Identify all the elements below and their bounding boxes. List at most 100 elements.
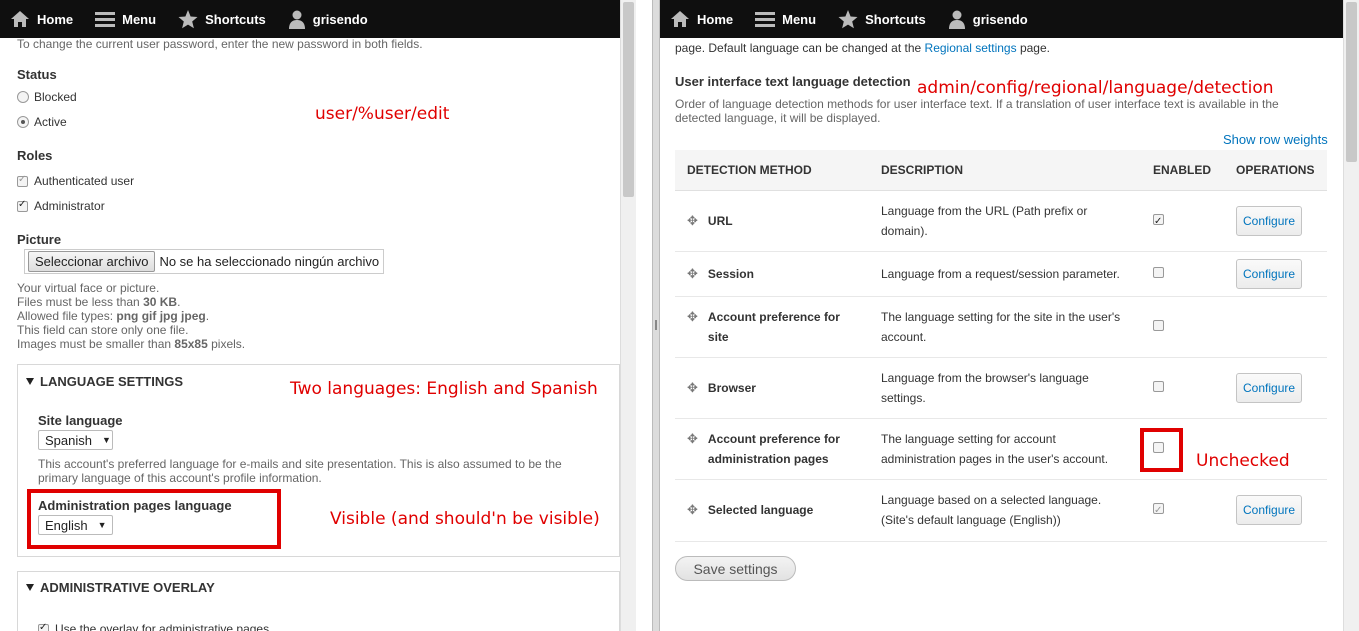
picture-help-line1: Your virtual face or picture. — [17, 281, 160, 295]
enabled-cell — [1141, 190, 1224, 252]
drag-handle-icon[interactable]: ✥ — [687, 211, 698, 231]
toolbar-menu-label: Menu — [782, 11, 817, 27]
status-blocked-option[interactable]: Blocked — [17, 90, 77, 104]
site-language-select[interactable]: Spanish ▼ — [38, 430, 113, 450]
picture-help-line2-pre: Files must be less than — [17, 295, 144, 309]
role-administrator[interactable]: Administrator — [17, 199, 105, 213]
drag-handle-icon[interactable]: ✥ — [687, 429, 698, 449]
drag-handle-icon[interactable]: ✥ — [687, 307, 698, 327]
picture-help-line3-post: . — [205, 309, 210, 323]
section-title: User interface text language detection — [675, 74, 911, 89]
column-header-description: Description — [869, 150, 1141, 191]
configure-button[interactable]: Configure — [1236, 495, 1303, 525]
enabled-cell — [1141, 251, 1224, 297]
annotation-unchecked: Unchecked — [1196, 451, 1290, 471]
language-settings-title: LANGUAGE SETTINGS — [40, 374, 184, 389]
pane-splitter[interactable] — [652, 0, 660, 631]
table-row: ✥ Selected language Language based on a s… — [675, 479, 1327, 542]
method-cell: ✥ Browser — [675, 357, 869, 419]
status-blocked-radio[interactable] — [17, 91, 29, 103]
toolbar-home[interactable]: Home — [660, 0, 744, 38]
admin-overlay-legend[interactable]: ADMINISTRATIVE OVERLAY — [26, 580, 215, 595]
overlay-option-label: Use the overlay for administrative pages… — [55, 622, 273, 631]
collapse-triangle-icon — [26, 584, 34, 591]
section-description: Order of language detection methods for … — [675, 97, 1279, 125]
picture-help-line5-pre: Images must be smaller than — [17, 337, 175, 351]
status-active-label: Active — [34, 115, 67, 129]
description-cell: Language from the browser's language set… — [869, 357, 1141, 419]
toolbar-menu[interactable]: Menu — [744, 0, 827, 38]
table-row: ✥ Browser Language from the browser's lan… — [675, 357, 1327, 419]
configure-button[interactable]: Configure — [1236, 372, 1303, 403]
method-cell: ✥ Session — [675, 251, 869, 297]
enabled-checkbox[interactable] — [1153, 319, 1164, 331]
enabled-checkbox — [1153, 501, 1164, 521]
home-icon — [11, 11, 29, 27]
admin-toolbar: Home Menu Shortcuts grisendo — [0, 0, 636, 38]
toolbar-user[interactable]: grisendo — [277, 0, 379, 38]
toolbar-user-label: grisendo — [972, 11, 1028, 27]
left-scrollbar[interactable] — [620, 0, 636, 631]
method-cell: ✥ Account preference for administration p… — [675, 418, 869, 480]
table-row: ✥ Account preference for site The languag… — [675, 296, 1327, 358]
roles-label: Roles — [17, 148, 53, 163]
picture-file-input[interactable]: Seleccionar archivo No se ha seleccionad… — [24, 249, 384, 274]
left-scrollbar-thumb[interactable] — [623, 2, 634, 197]
configure-button[interactable]: Configure — [1236, 258, 1303, 289]
method-name: Account preference for site — [707, 309, 840, 344]
annotation-two-languages: Two languages: English and Spanish — [290, 379, 598, 399]
toolbar-home-label: Home — [37, 11, 74, 27]
description-cell: Language from a request/session paramete… — [869, 251, 1141, 297]
language-settings-legend[interactable]: LANGUAGE SETTINGS — [26, 374, 183, 389]
picture-help-line3: Allowed file types: png gif jpg jpeg. — [17, 309, 245, 323]
toolbar-shortcuts[interactable]: Shortcuts — [167, 0, 277, 38]
overlay-checkbox[interactable] — [38, 622, 49, 631]
status-active-radio[interactable] — [17, 116, 29, 128]
menu-icon — [95, 12, 116, 27]
picture-help-line2: Files must be less than 30 KB. — [17, 295, 245, 309]
toolbar-menu-label: Menu — [122, 11, 157, 27]
description-cell: Language based on a selected language. (… — [869, 479, 1141, 542]
drag-handle-icon[interactable]: ✥ — [687, 378, 698, 398]
operations-cell: Configure — [1224, 190, 1327, 252]
home-icon — [671, 11, 689, 27]
toolbar-home-label: Home — [697, 11, 734, 27]
overlay-option[interactable]: Use the overlay for administrative pages… — [38, 622, 272, 631]
regional-settings-link[interactable]: Regional settings — [925, 41, 1017, 55]
highlight-box-admin-language — [27, 489, 281, 549]
chevron-down-icon: ▼ — [101, 435, 111, 445]
right-scrollbar-thumb[interactable] — [1346, 2, 1357, 162]
annotation-user-edit-path: user/%user/edit — [315, 104, 450, 124]
drag-handle-icon[interactable]: ✥ — [687, 500, 698, 520]
show-row-weights-link[interactable]: Show row weights — [1223, 132, 1328, 147]
description-cell: Language from the URL (Path prefix or do… — [869, 190, 1141, 252]
table-row: ✥ Session Language from a request/session… — [675, 251, 1327, 297]
role-administrator-checkbox[interactable] — [17, 199, 28, 212]
save-settings-button[interactable]: Save settings — [675, 556, 796, 581]
admin-overlay-fieldset: ADMINISTRATIVE OVERLAY Use the overlay f… — [17, 571, 620, 631]
toolbar-user[interactable]: grisendo — [937, 0, 1039, 38]
enabled-checkbox[interactable] — [1153, 266, 1164, 278]
toolbar-menu[interactable]: Menu — [84, 0, 167, 38]
column-header-method: Detection method — [675, 150, 869, 191]
picture-help-line5: Images must be smaller than 85x85 pixels… — [17, 337, 245, 351]
configure-button[interactable]: Configure — [1236, 205, 1303, 236]
column-header-operations: Operations — [1224, 150, 1327, 191]
table-row: ✥ URL Language from the URL (Path prefix … — [675, 190, 1327, 252]
picture-help-types: png gif jpg jpeg — [116, 309, 206, 323]
method-name: Session — [707, 266, 754, 281]
role-authenticated: Authenticated user — [17, 174, 134, 188]
enabled-checkbox[interactable] — [1153, 212, 1164, 232]
toolbar-shortcuts[interactable]: Shortcuts — [827, 0, 937, 38]
drag-handle-icon[interactable]: ✥ — [687, 264, 698, 284]
choose-file-button[interactable]: Seleccionar archivo — [28, 251, 156, 272]
user-icon — [948, 10, 965, 29]
site-language-help: This account's preferred language for e-… — [38, 457, 562, 485]
enabled-checkbox[interactable] — [1153, 380, 1164, 392]
right-scrollbar[interactable] — [1343, 0, 1359, 631]
toolbar-home[interactable]: Home — [0, 0, 84, 38]
picture-label: Picture — [17, 232, 62, 247]
intro-post: page. — [1016, 41, 1050, 55]
status-active-option[interactable]: Active — [17, 115, 67, 129]
picture-help-line5-post: pixels. — [207, 337, 246, 351]
